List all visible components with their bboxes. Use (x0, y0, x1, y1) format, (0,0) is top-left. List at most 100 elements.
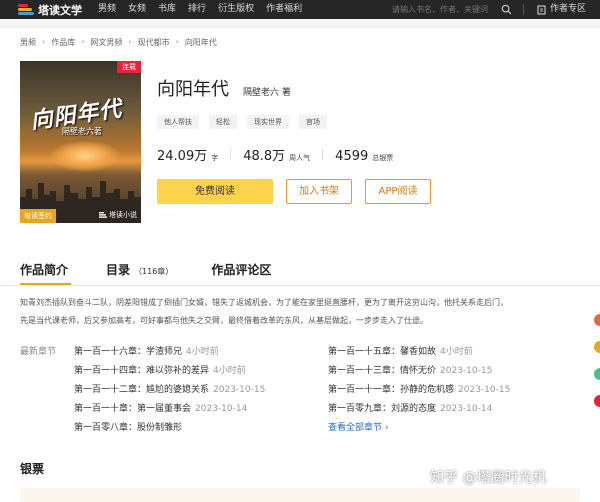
chapter-link[interactable]: 第一百一十章：第一届董事会 2023-10-14 (74, 401, 247, 414)
tag[interactable]: 现实世界 (247, 115, 289, 129)
nav-item-copyright[interactable]: 衍生版权 (218, 0, 254, 19)
word-count: 24.09万 (157, 149, 208, 164)
nav-item-female[interactable]: 女频 (128, 0, 146, 19)
brand-logo-icon (99, 212, 107, 218)
main-content: 男频 › 作品库 › 网文男频 › 现代都市 › 向阳年代 向阳年代 隔壁老六著… (0, 29, 600, 502)
site-logo[interactable]: 塔读文学 (18, 2, 82, 18)
nav-item-ranking[interactable]: 排行 (188, 0, 206, 19)
chapter-title: 第一百零八章：股份制雏形 (74, 423, 183, 433)
chapter-link[interactable]: 第一百零八章：股份制雏形 (74, 420, 182, 433)
search-icon[interactable] (501, 4, 512, 15)
book-author[interactable]: 隔壁老六 著 (243, 85, 291, 98)
chapter-link[interactable]: 第一百一十二章：尴尬的婆媳关系 2023-10-15 (74, 382, 265, 395)
book-title: 向阳年代 (157, 79, 229, 100)
chapter-title: 第一百一十三章：情怀无价 (328, 366, 437, 376)
author-zone-link[interactable]: 作者专区 (537, 0, 586, 19)
breadcrumb-item[interactable]: 男频 (20, 37, 36, 48)
chapter-title: 第一百零九章：刘源的态度 (328, 404, 437, 414)
side-float-button[interactable] (594, 395, 600, 407)
nav-item-author-benefits[interactable]: 作者福利 (266, 0, 302, 19)
tab-catalog-label: 目录 (106, 263, 131, 277)
word-count-unit: 字 (211, 154, 219, 162)
nav-item-library[interactable]: 书库 (158, 0, 176, 19)
chapter-title: 第一百一十一章：孙静的危机感 (328, 385, 455, 395)
chapter-time: 2023-10-15 (440, 366, 493, 376)
chapter-link[interactable]: 第一百一十一章：孙静的危机感 2023-10-15 (328, 382, 510, 395)
tag-list: 他人帮扶 轻松 现实世界 官场 (157, 115, 337, 129)
tag[interactable]: 他人帮扶 (157, 115, 199, 129)
chapter-link[interactable]: 第一百一十三章：情怀无价 2023-10-15 (328, 363, 492, 376)
side-float-button[interactable] (594, 314, 600, 326)
tab-divider (0, 285, 600, 286)
book-stats: 24.09万 字 48.8万 周人气 4599 总银票 (157, 145, 393, 164)
silver-ticket-panel (20, 488, 580, 502)
breadcrumb-current: 向阳年代 (184, 38, 217, 47)
chapter-title: 第一百一十章：第一届董事会 (74, 404, 192, 414)
free-read-button[interactable]: 免费阅读 (157, 179, 273, 204)
total-tickets-unit: 总银票 (372, 154, 394, 162)
chapter-time: 4小时前 (186, 347, 219, 357)
stat-divider (230, 149, 232, 160)
breadcrumb: 男频 › 作品库 › 网文男频 › 现代都市 › 向阳年代 (20, 37, 223, 48)
chapter-link[interactable]: 第一百零九章：刘源的态度 2023-10-14 (328, 401, 492, 414)
total-tickets: 4599 (335, 149, 369, 164)
chapter-title: 第一百一十二章：尴尬的婆媳关系 (74, 385, 210, 395)
chapter-time: 2023-10-15 (458, 385, 511, 395)
chapter-time: 2023-10-15 (213, 385, 266, 395)
breadcrumb-item[interactable]: 作品库 (51, 37, 75, 48)
site-name: 塔读文学 (38, 3, 82, 17)
side-float-buttons (594, 314, 600, 422)
tab-intro[interactable]: 作品简介 (20, 261, 68, 278)
side-float-button[interactable] (594, 341, 600, 353)
synopsis-line: 知青刘杰插队到奋斗二队，阴差阳错成了倒插门女婿，错失了返城机会，为了能在家里挺直… (20, 298, 508, 307)
stat-divider (322, 149, 324, 160)
tag[interactable]: 官场 (299, 115, 327, 129)
logo-icon (18, 3, 34, 16)
side-float-button[interactable] (594, 368, 600, 380)
view-all-chapters-link[interactable]: 查看全部章节 › (328, 420, 388, 433)
main-nav: 男频 女频 书库 排行 衍生版权 作者福利 (98, 0, 314, 19)
chapter-title: 第一百一十四章：难以弥补的差异 (74, 366, 210, 376)
chapter-time: 4小时前 (213, 366, 246, 376)
weekly-popularity: 48.8万 (243, 149, 286, 164)
chapter-time: 2023-10-14 (195, 404, 248, 414)
book-header: 向阳年代 隔壁老六 著 (157, 75, 291, 101)
action-buttons: 免费阅读 加入书架 APP阅读 (157, 179, 431, 204)
weekly-popularity-unit: 周人气 (289, 154, 311, 162)
cover-brand: 塔读小说 (99, 210, 137, 220)
edit-icon (537, 5, 546, 14)
search-input[interactable] (392, 3, 492, 16)
cover-author: 隔壁老六著 (62, 127, 102, 136)
breadcrumb-separator: › (128, 37, 132, 46)
chapter-time: 4小时前 (440, 347, 473, 357)
chapter-count: （116章） (134, 267, 174, 276)
tab-reviews[interactable]: 作品评论区 (211, 261, 271, 278)
book-cover[interactable]: 向阳年代 隔壁老六著 连载 塔读签约 塔读小说 (20, 61, 141, 223)
tab-catalog[interactable]: 目录 （116章） (106, 261, 173, 278)
top-navbar: 塔读文学 男频 女频 书库 排行 衍生版权 作者福利 作者专区 (0, 0, 600, 19)
nav-divider (523, 4, 524, 15)
chapter-link[interactable]: 第一百一十六章：学渣师兄 4小时前 (74, 344, 219, 357)
breadcrumb-separator: › (175, 37, 179, 46)
breadcrumb-item[interactable]: 现代都市 (138, 37, 170, 48)
silver-ticket-heading: 银票 (20, 462, 45, 476)
app-read-button[interactable]: APP阅读 (365, 179, 431, 204)
breadcrumb-item[interactable]: 网文男频 (90, 37, 122, 48)
chapter-link[interactable]: 第一百一十四章：难以弥补的差异 4小时前 (74, 363, 246, 376)
chapter-title: 第一百一十五章：馨香如故 (328, 347, 437, 357)
chapter-link[interactable]: 第一百一十五章：馨香如故 4小时前 (328, 344, 473, 357)
serializing-badge: 连载 (117, 61, 141, 73)
tab-reviews-label: 作品评论区 (211, 263, 272, 277)
author-zone-label: 作者专区 (550, 4, 587, 14)
cover-brand-label: 塔读小说 (109, 211, 137, 219)
tab-intro-label: 作品简介 (20, 263, 69, 277)
chapter-title: 第一百一十六章：学渣师兄 (74, 347, 183, 357)
chapter-time: 2023-10-14 (440, 404, 493, 414)
nav-item-male[interactable]: 男频 (98, 0, 116, 19)
breadcrumb-separator: › (42, 37, 46, 46)
signed-badge: 塔读签约 (20, 209, 56, 223)
tag[interactable]: 轻松 (209, 115, 237, 129)
add-to-shelf-button[interactable]: 加入书架 (286, 179, 352, 204)
search-box (392, 3, 514, 16)
synopsis-line: 先是当代课老师，后又参加高考，可好事都与他失之交臂，最终借着改革的东风，从基层做… (20, 316, 428, 325)
